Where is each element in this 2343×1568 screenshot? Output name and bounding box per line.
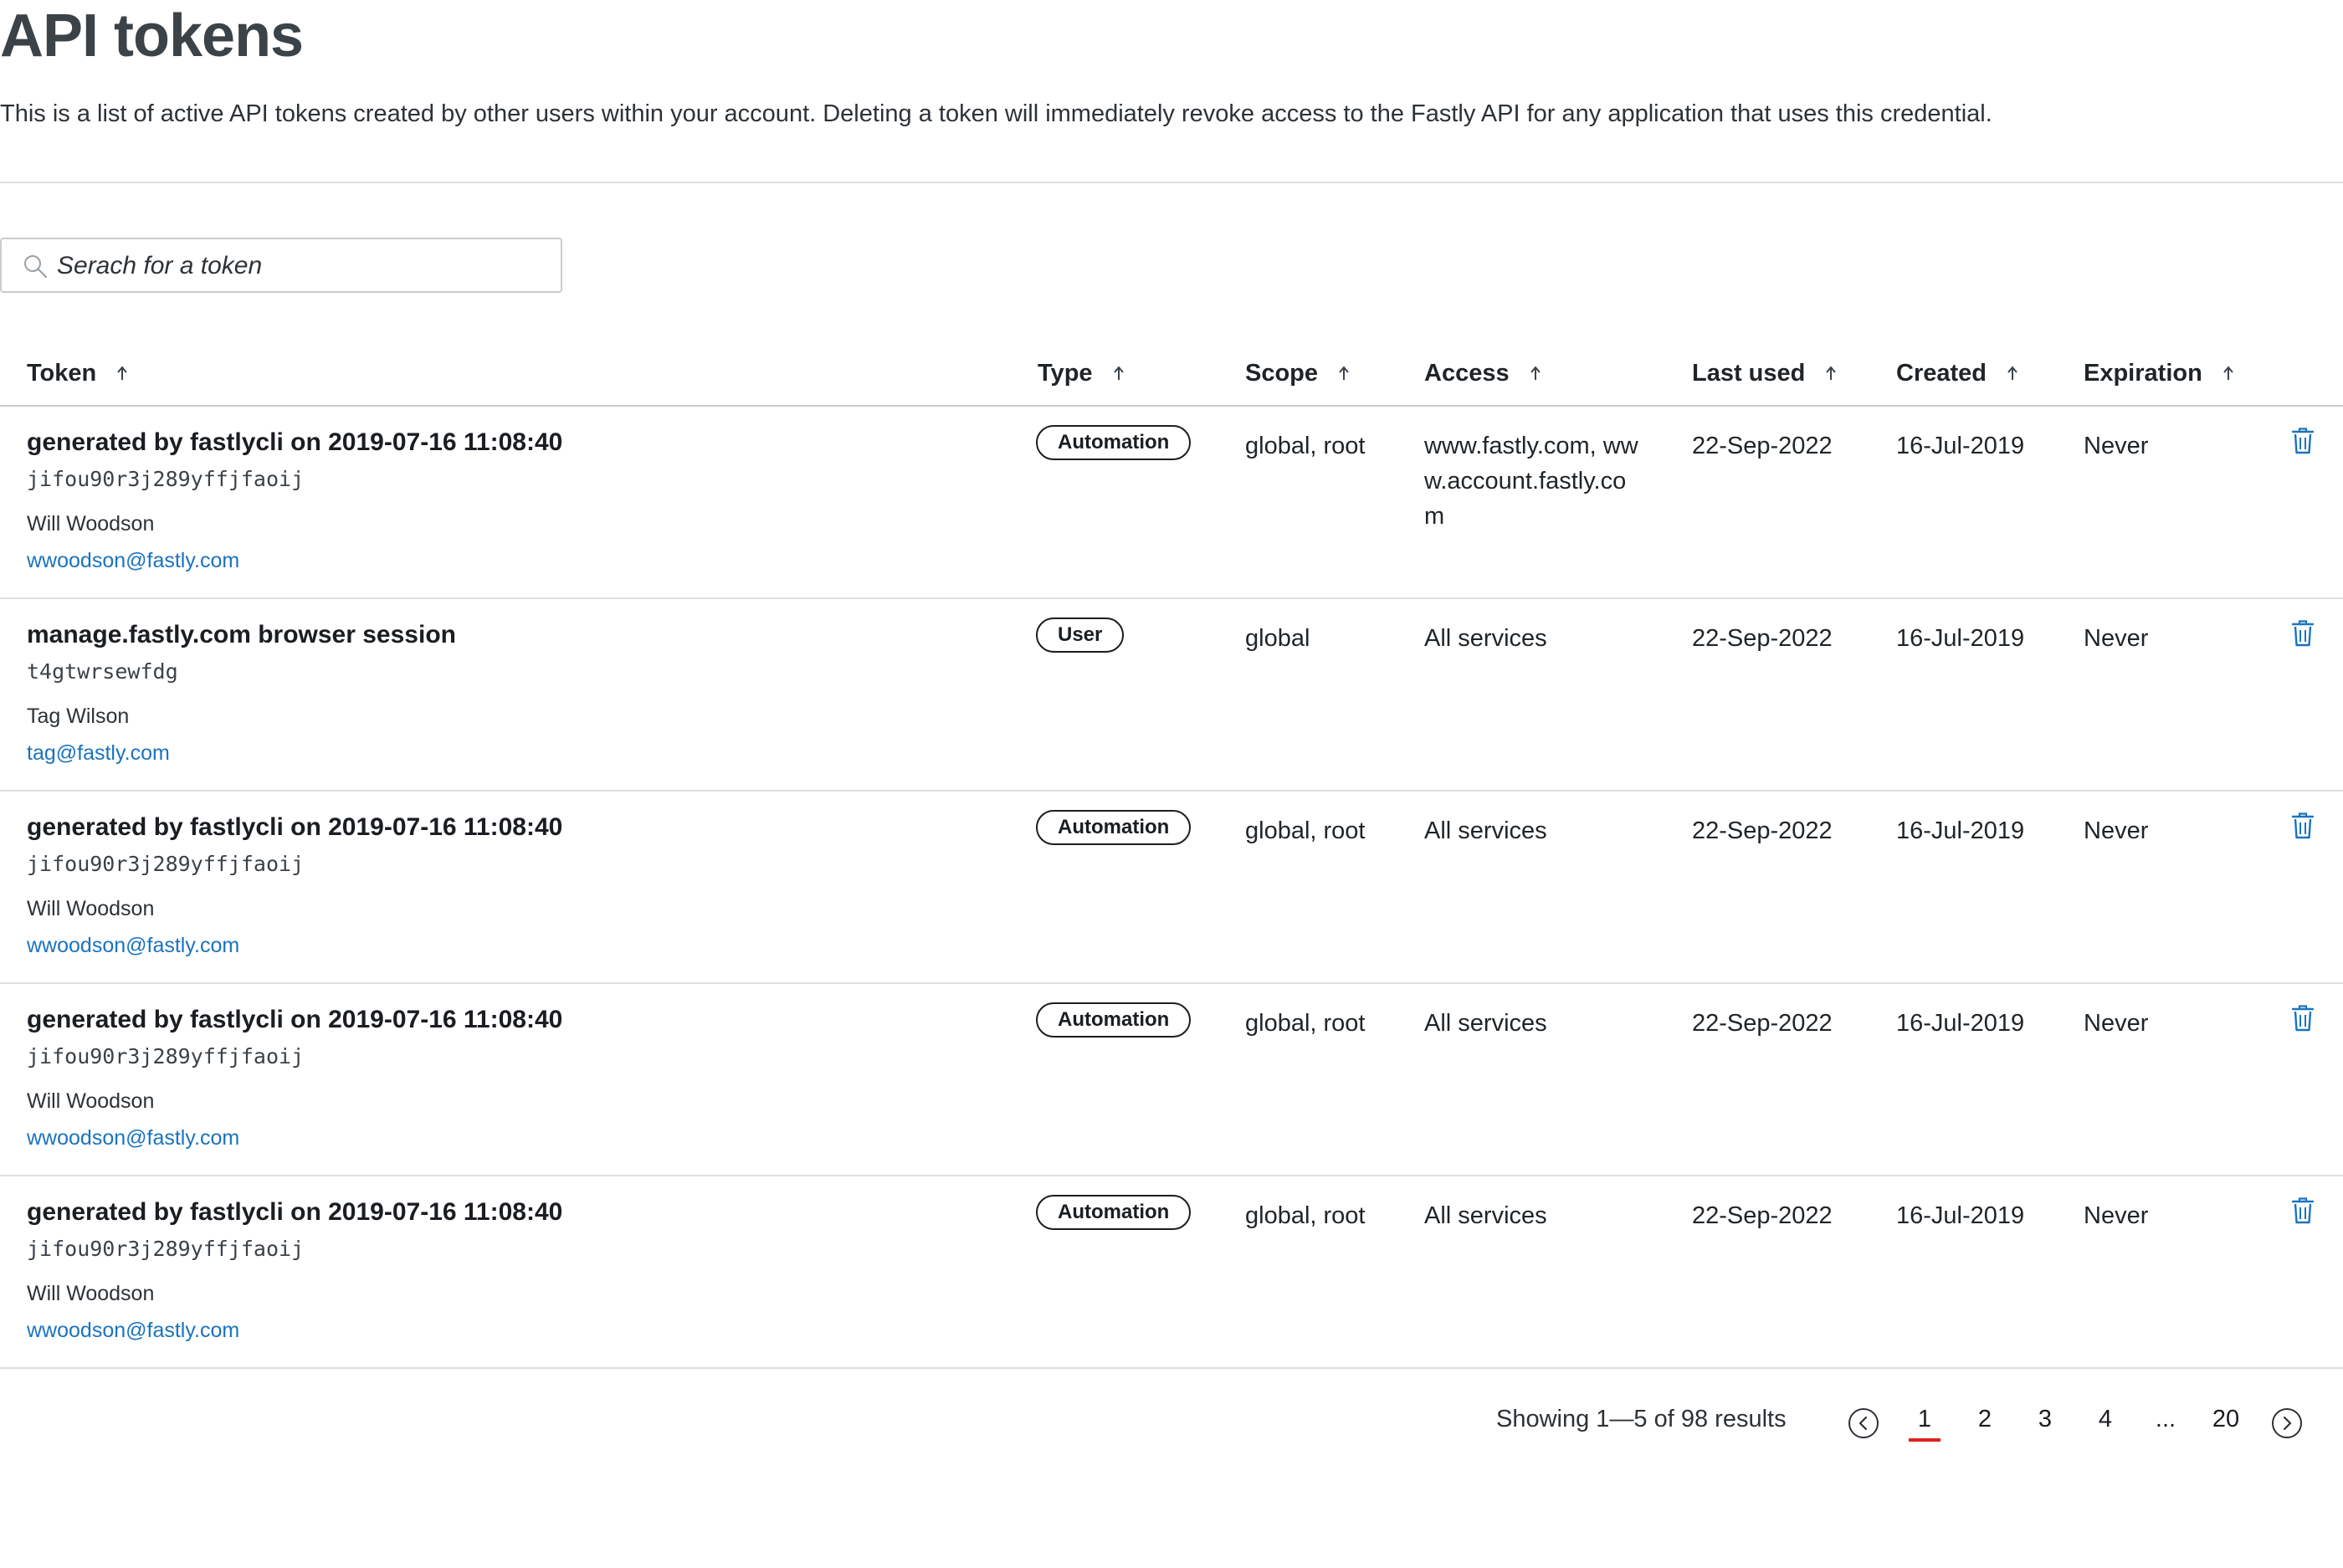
pagination-summary: Showing 1—5 of 98 results [1496, 1406, 1787, 1432]
expiration-cell: Never [2084, 1202, 2149, 1229]
last-used-cell: 22-Sep-2022 [1692, 1202, 1833, 1229]
access-cell: www.fastly.com, www.account.fastly.com [1424, 433, 1638, 530]
delete-trash-icon[interactable] [2291, 812, 2315, 840]
scope-cell: global, root [1245, 1010, 1366, 1037]
token-id: jifou90r3j289yffjfaoij [27, 467, 305, 491]
section-divider [0, 182, 2343, 183]
token-id: t4gtwrsewfdg [27, 659, 178, 684]
token-name: manage.fastly.com browser session [27, 621, 456, 648]
search-icon [24, 255, 48, 279]
column-header-label: Scope [1245, 359, 1319, 387]
page-link-4[interactable]: 4 [2084, 1406, 2126, 1433]
column-header-label: Token [27, 359, 97, 387]
page-link-20[interactable]: 20 [2205, 1406, 2247, 1433]
token-id: jifou90r3j289yffjfaoij [27, 1044, 305, 1068]
column-header-token[interactable]: Token [27, 355, 128, 392]
token-owner-name: Will Woodson [27, 512, 155, 535]
table-row: generated by fastlycli on 2019-07-16 11:… [0, 984, 2343, 1176]
last-used-cell: 22-Sep-2022 [1692, 625, 1833, 652]
scope-cell: global, root [1245, 817, 1366, 844]
delete-trash-icon[interactable] [2291, 619, 2315, 648]
type-badge: Automation [1036, 1002, 1192, 1038]
delete-trash-icon[interactable] [2291, 1196, 2315, 1225]
page-ellipsis: ... [2155, 1406, 2176, 1432]
page-link-2[interactable]: 2 [1964, 1406, 2006, 1433]
token-owner-email-link[interactable]: wwoodson@fastly.com [27, 934, 239, 958]
sort-arrow-up-icon [1826, 366, 1837, 380]
type-badge: Automation [1036, 1195, 1192, 1230]
access-cell: All services [1424, 625, 1547, 652]
sort-arrow-up-icon [1339, 366, 1349, 380]
column-header-label: Created [1896, 359, 1987, 387]
page-link-1[interactable]: 1 [1904, 1406, 1946, 1442]
token-owner-email-link[interactable]: wwoodson@fastly.com [27, 1126, 239, 1150]
last-used-cell: 22-Sep-2022 [1692, 817, 1833, 844]
column-header-access[interactable]: Access [1424, 355, 1541, 392]
table-row: generated by fastlycli on 2019-07-16 11:… [0, 1176, 2343, 1369]
token-owner-email-link[interactable]: wwoodson@fastly.com [27, 1319, 239, 1343]
table-row: manage.fastly.com browser session t4gtwr… [0, 599, 2343, 792]
column-header-last-used[interactable]: Last used [1692, 355, 1837, 392]
token-id: jifou90r3j289yffjfaoij [27, 852, 305, 876]
table-row: generated by fastlycli on 2019-07-16 11:… [0, 407, 2343, 599]
token-name: generated by fastlycli on 2019-07-16 11:… [27, 1198, 563, 1226]
delete-trash-icon[interactable] [2291, 1004, 2315, 1033]
access-cell: All services [1424, 817, 1547, 844]
column-header-type[interactable]: Type [1038, 355, 1125, 392]
expiration-cell: Never [2084, 433, 2149, 459]
column-header-label: Access [1424, 359, 1510, 387]
sort-arrow-up-icon [2007, 366, 2017, 380]
search-box [0, 238, 562, 293]
token-owner-email-link[interactable]: tag@fastly.com [27, 741, 170, 766]
token-owner-name: Tag Wilson [27, 705, 130, 728]
type-badge: Automation [1036, 425, 1192, 460]
expiration-cell: Never [2084, 817, 2149, 844]
scope-cell: global, root [1245, 1202, 1366, 1229]
expiration-cell: Never [2084, 1010, 2149, 1037]
type-badge: Automation [1036, 810, 1192, 845]
column-header-label: Type [1038, 359, 1093, 387]
type-badge: User [1036, 617, 1125, 653]
last-used-cell: 22-Sep-2022 [1692, 1010, 1833, 1037]
scope-cell: global [1245, 625, 1310, 652]
token-name: generated by fastlycli on 2019-07-16 11:… [27, 428, 563, 456]
page-title: API tokens [0, 3, 304, 69]
created-cell: 16-Jul-2019 [1896, 1202, 2025, 1229]
column-header-scope[interactable]: Scope [1245, 355, 1350, 392]
token-id: jifou90r3j289yffjfaoij [27, 1237, 305, 1261]
last-used-cell: 22-Sep-2022 [1692, 433, 1833, 459]
access-cell: All services [1424, 1202, 1547, 1229]
expiration-cell: Never [2084, 625, 2149, 652]
row-divider [0, 1367, 2343, 1369]
sort-arrow-up-icon [117, 366, 128, 380]
page-link-3[interactable]: 3 [2024, 1406, 2066, 1433]
previous-page-chevron-left-icon[interactable] [1848, 1407, 1879, 1439]
sort-arrow-up-icon [2223, 366, 2233, 380]
column-header-label: Last used [1692, 359, 1806, 387]
token-owner-email-link[interactable]: wwoodson@fastly.com [27, 549, 239, 573]
sort-arrow-up-icon [1113, 366, 1124, 380]
table-row: generated by fastlycli on 2019-07-16 11:… [0, 792, 2343, 984]
next-page-chevron-right-icon[interactable] [2271, 1407, 2303, 1439]
created-cell: 16-Jul-2019 [1896, 1010, 2025, 1037]
page-description: This is a list of active API tokens crea… [0, 100, 1992, 127]
sort-arrow-up-icon [1530, 366, 1541, 380]
scope-cell: global, root [1245, 433, 1366, 459]
access-cell: All services [1424, 1010, 1547, 1037]
column-header-label: Expiration [2084, 359, 2202, 387]
token-owner-name: Will Woodson [27, 1282, 155, 1305]
token-name: generated by fastlycli on 2019-07-16 11:… [27, 813, 563, 841]
token-name: generated by fastlycli on 2019-07-16 11:… [27, 1006, 563, 1033]
search-input[interactable] [57, 246, 551, 286]
created-cell: 16-Jul-2019 [1896, 433, 2025, 459]
column-header-created[interactable]: Created [1896, 355, 2018, 392]
delete-trash-icon[interactable] [2291, 427, 2315, 455]
created-cell: 16-Jul-2019 [1896, 625, 2025, 652]
column-header-expiration[interactable]: Expiration [2084, 355, 2234, 392]
token-owner-name: Will Woodson [27, 1089, 155, 1113]
token-owner-name: Will Woodson [27, 897, 155, 920]
created-cell: 16-Jul-2019 [1896, 817, 2025, 844]
